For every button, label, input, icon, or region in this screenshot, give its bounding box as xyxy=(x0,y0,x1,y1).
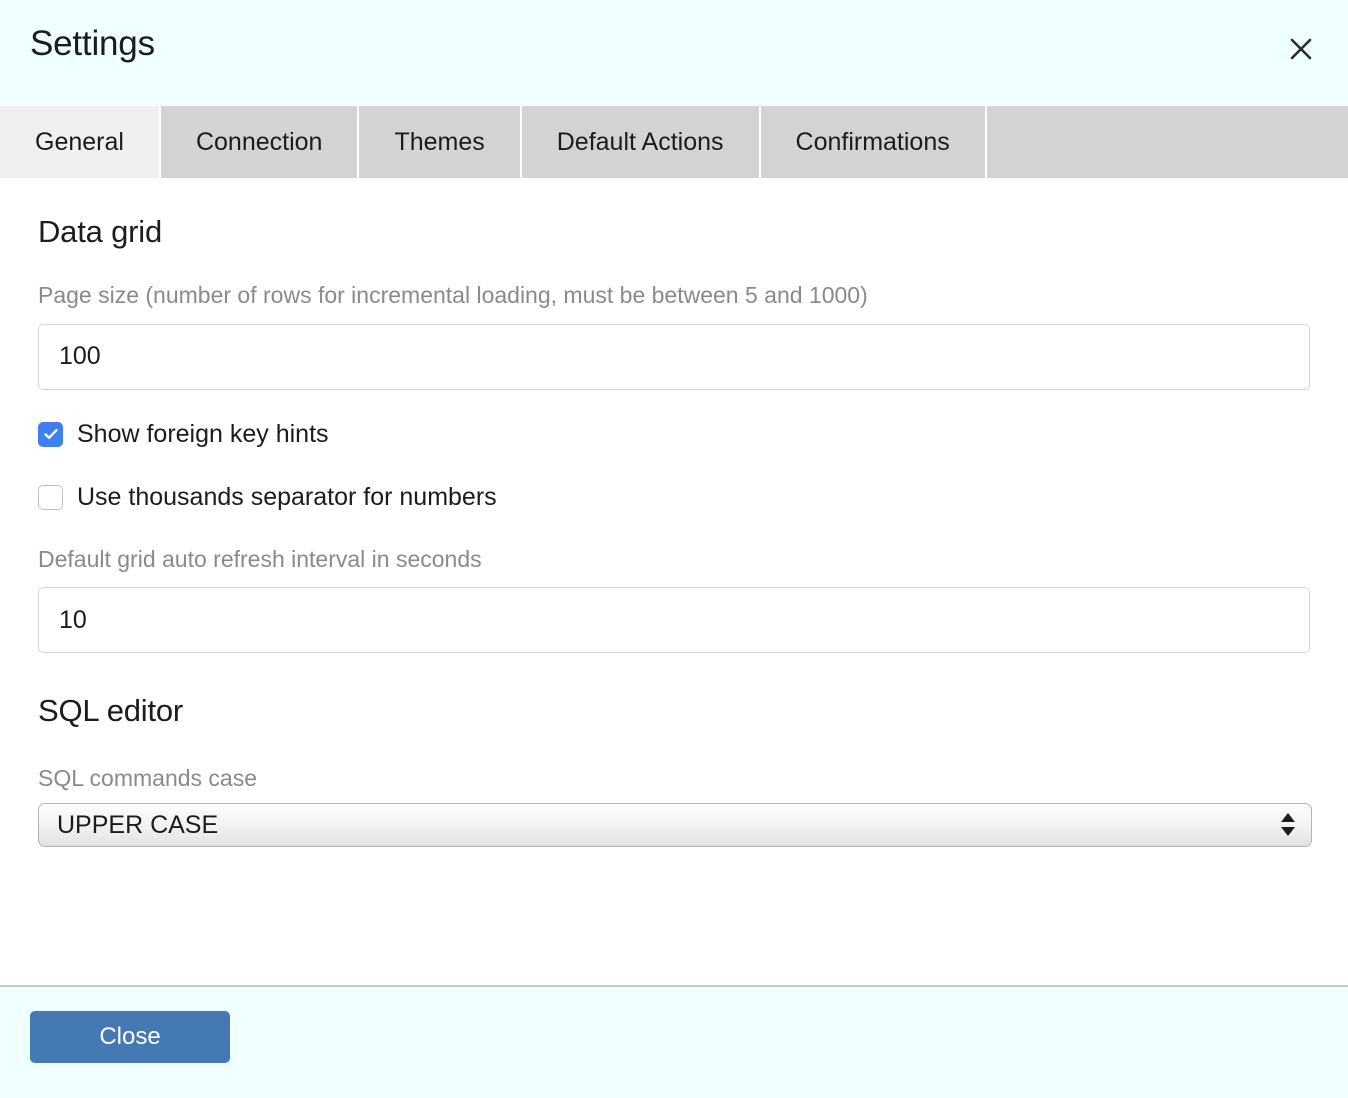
tab-themes-label: Themes xyxy=(394,130,484,155)
dialog-header: Settings xyxy=(0,0,1348,106)
tab-confirmations-label: Confirmations xyxy=(796,130,950,155)
tab-default-actions[interactable]: Default Actions xyxy=(522,106,761,178)
tab-connection-label: Connection xyxy=(196,130,322,155)
tab-default-actions-label: Default Actions xyxy=(557,130,724,155)
tab-connection[interactable]: Connection xyxy=(161,106,359,178)
sql-commands-case-select[interactable]: UPPER CASE xyxy=(38,803,1312,847)
page-title: Settings xyxy=(30,22,155,66)
use-thousands-separator-label: Use thousands separator for numbers xyxy=(77,485,497,510)
close-button[interactable]: Close xyxy=(30,1011,230,1063)
check-icon xyxy=(42,425,60,443)
section-heading-sql-editor: SQL editor xyxy=(38,693,1310,729)
use-thousands-separator-row[interactable]: Use thousands separator for numbers xyxy=(38,485,1310,510)
tab-themes[interactable]: Themes xyxy=(359,106,521,178)
use-thousands-separator-checkbox[interactable] xyxy=(38,485,63,510)
dialog-footer: Close xyxy=(0,985,1348,1098)
section-heading-data-grid: Data grid xyxy=(38,178,1310,250)
tabstrip-filler xyxy=(987,106,1348,178)
settings-content: Data grid Page size (number of rows for … xyxy=(0,178,1348,985)
show-foreign-key-hints-row[interactable]: Show foreign key hints xyxy=(38,422,1310,447)
tab-confirmations[interactable]: Confirmations xyxy=(761,106,987,178)
tab-general-label: General xyxy=(35,130,124,155)
settings-tabs: General Connection Themes Default Action… xyxy=(0,106,1348,178)
page-size-input[interactable] xyxy=(38,324,1310,390)
sql-commands-case-select-wrap: UPPER CASE xyxy=(38,803,1312,847)
show-foreign-key-hints-checkbox[interactable] xyxy=(38,422,63,447)
sql-commands-case-label: SQL commands case xyxy=(38,765,1310,793)
page-size-label: Page size (number of rows for incrementa… xyxy=(38,282,1310,310)
settings-dialog: Settings General Connection Themes Defau… xyxy=(0,0,1348,1098)
auto-refresh-interval-input[interactable] xyxy=(38,587,1310,653)
tab-general[interactable]: General xyxy=(0,106,161,178)
show-foreign-key-hints-label: Show foreign key hints xyxy=(77,422,329,447)
close-icon xyxy=(1288,36,1314,62)
close-dialog-button[interactable] xyxy=(1280,28,1322,70)
auto-refresh-interval-label: Default grid auto refresh interval in se… xyxy=(38,546,1310,574)
